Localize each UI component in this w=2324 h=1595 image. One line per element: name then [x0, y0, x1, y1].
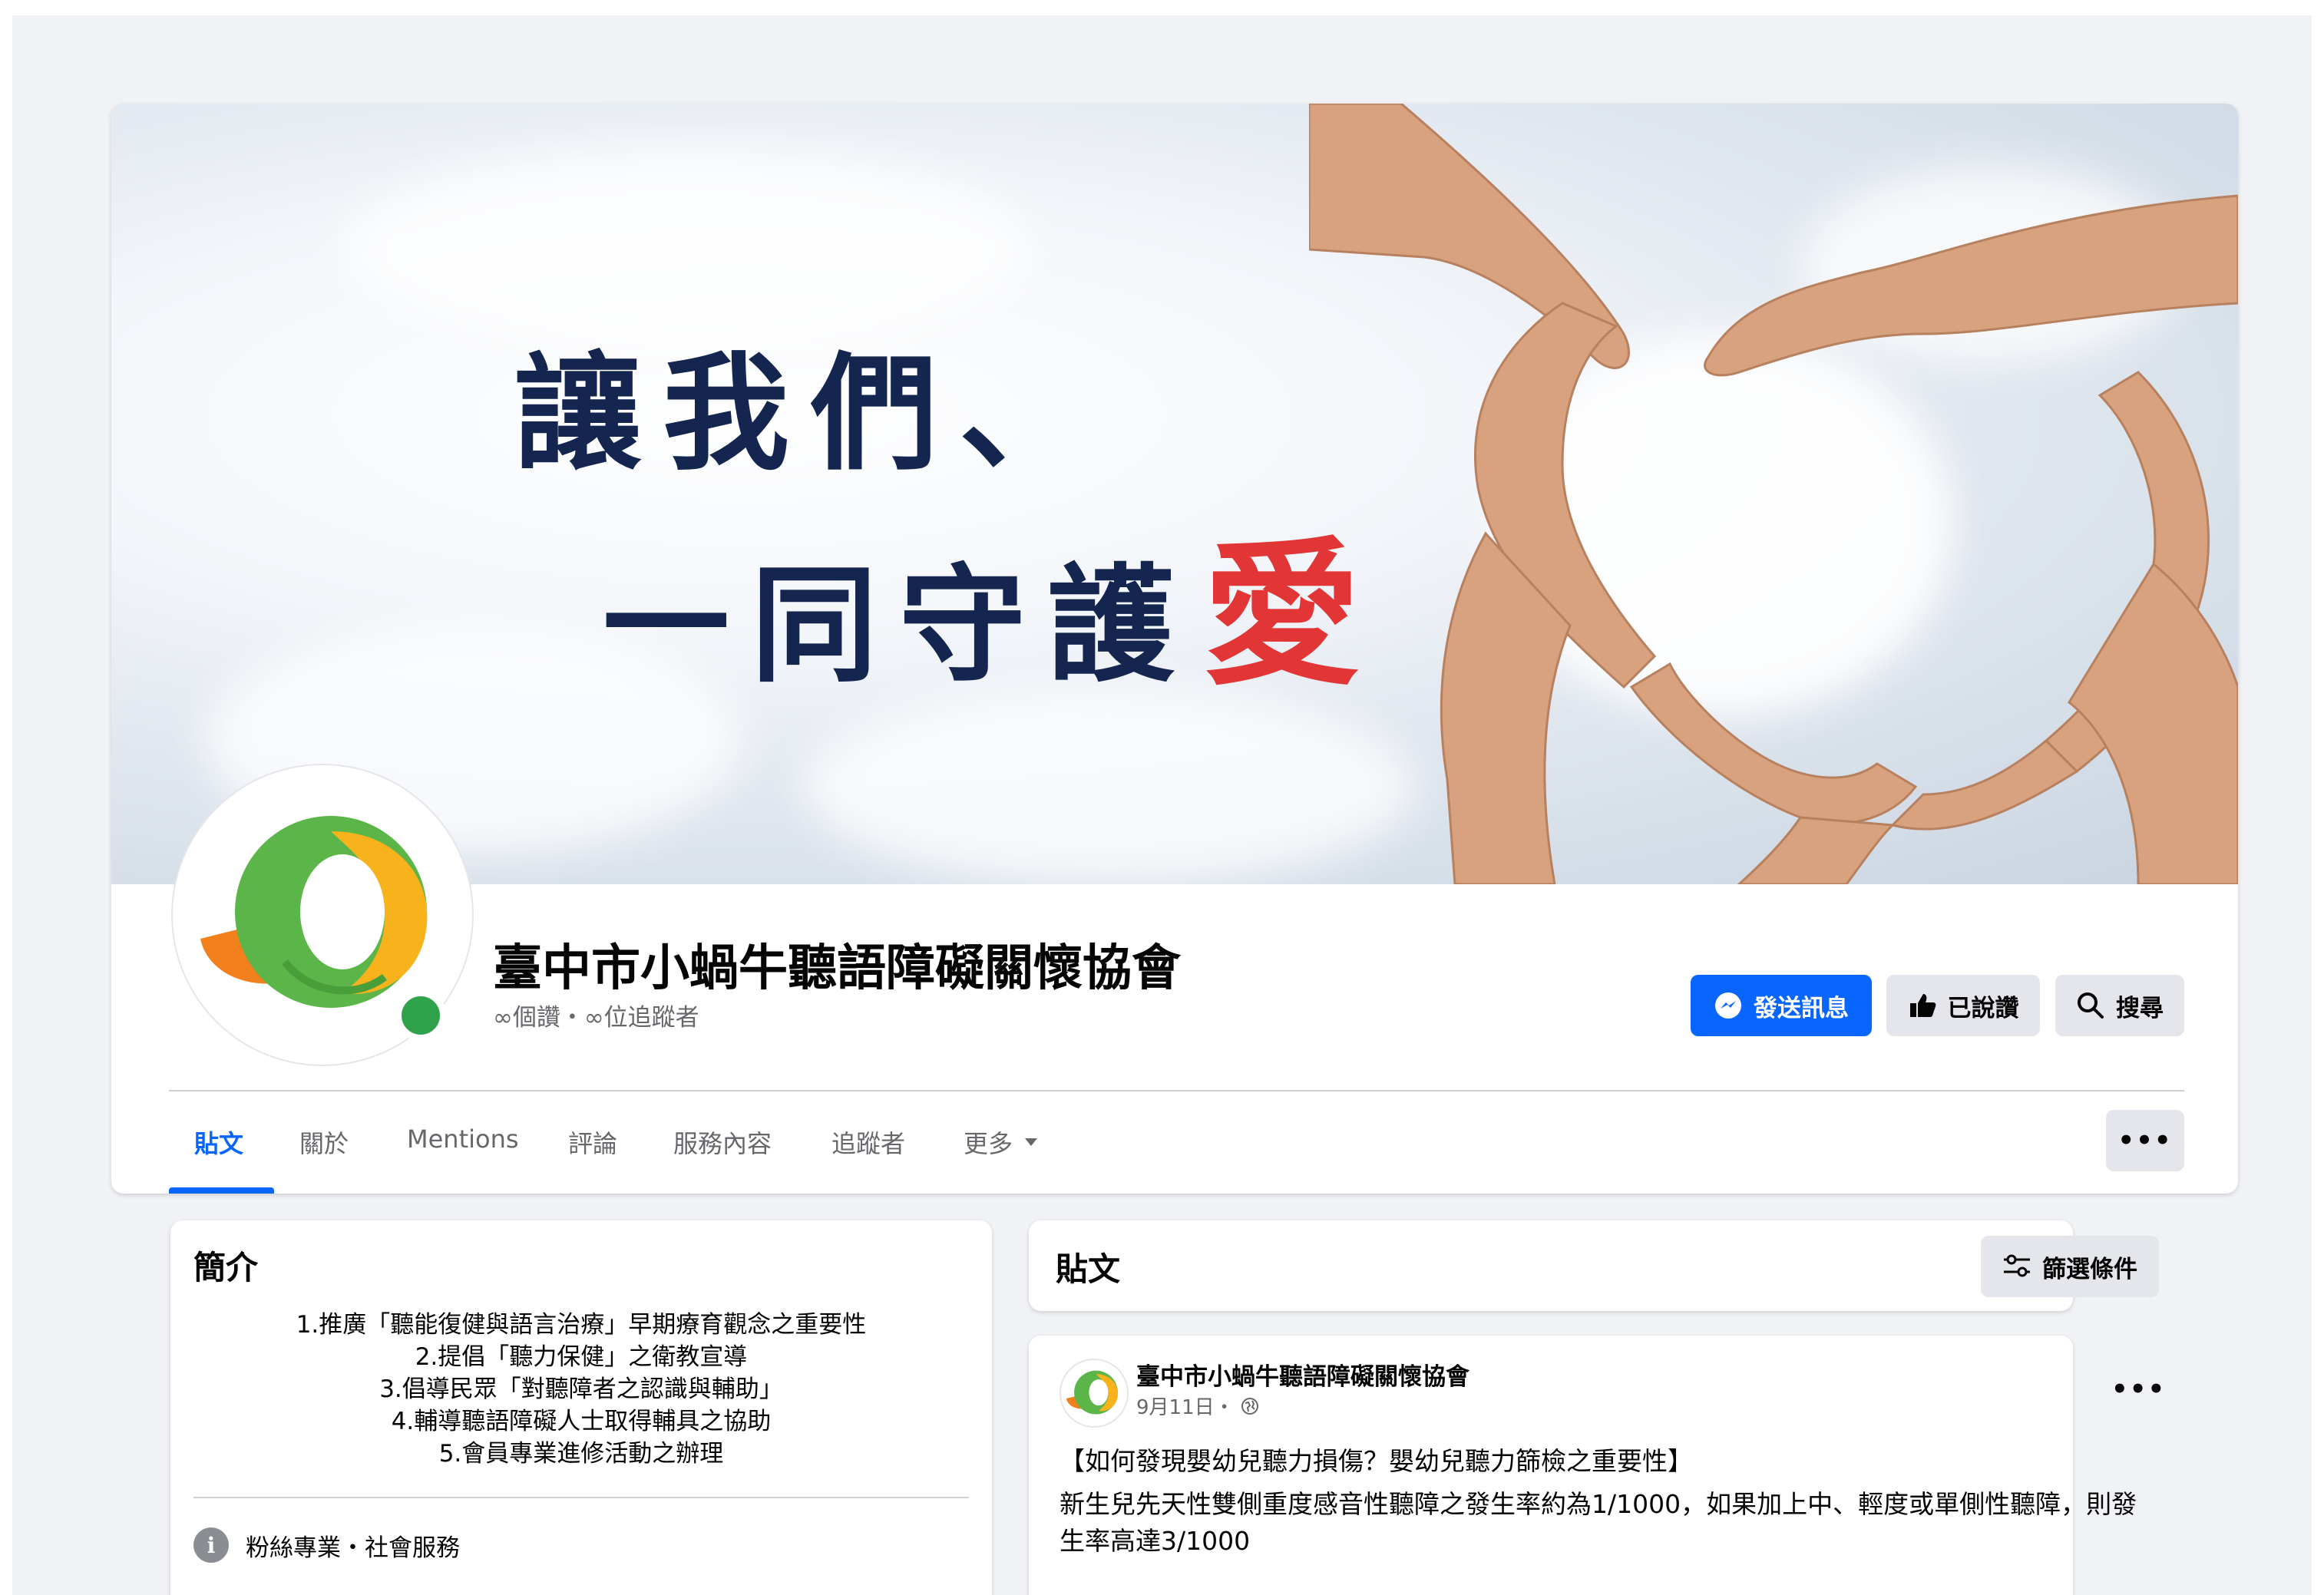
tab-more[interactable]: 更多 [964, 1124, 1039, 1160]
post-author-avatar[interactable] [1060, 1359, 1129, 1428]
tab-services[interactable]: 服務內容 [673, 1124, 772, 1160]
cover-slogan-line2: 一同守護愛 [603, 487, 1360, 715]
liked-button[interactable]: 已說讚 [1886, 975, 2040, 1036]
category-text[interactable]: 粉絲專業・社會服務 [246, 1528, 460, 1563]
intro-divider [193, 1497, 969, 1498]
page-title: 臺中市小蝸牛聽語障礙關懷協會 [493, 940, 1181, 997]
filter-label: 篩選條件 [2042, 1255, 2137, 1283]
intro-title: 簡介 [193, 1249, 259, 1286]
header-divider [169, 1090, 2184, 1091]
intro-card: 簡介 1.推廣「聽能復健與語言治療」早期療育觀念之重要性 2.提倡「聽力保健」之… [170, 1220, 992, 1595]
messenger-icon [1715, 992, 1741, 1019]
post-card: 臺中市小蝸牛聽語障礙關懷協會 9月11日・ ••• 【如何發現嬰幼兒聽力損傷？嬰… [1029, 1336, 2164, 1595]
cover-slogan-text: 一同守護 [603, 552, 1195, 699]
intro-line: 2.提倡「聽力保健」之衛教宣導 [415, 1343, 748, 1371]
intro-line: 5.會員專業進修活動之辦理 [438, 1440, 724, 1468]
post-author-name[interactable]: 臺中市小蝸牛聽語障礙關懷協會 [1136, 1357, 1469, 1392]
filter-button[interactable]: 篩選條件 [1981, 1236, 2159, 1297]
active-tab-indicator [169, 1187, 274, 1194]
posts-title: 貼文 [1056, 1250, 1121, 1288]
post-headline: 【如何發現嬰幼兒聽力損傷？嬰幼兒聽力篩檢之重要性】 [1060, 1446, 1693, 1476]
filter-sliders-icon [2004, 1254, 2030, 1277]
tab-more-label: 更多 [964, 1129, 1013, 1158]
profile-header-card: 讓我們、 一同守護愛 臺中市小蝸牛聽語障礙關懷協會 ∞個讚・∞位追蹤者 發送訊息… [111, 104, 2238, 1194]
snail-logo-icon [1066, 1370, 1119, 1415]
tab-reviews[interactable]: 評論 [568, 1124, 617, 1160]
intro-line: 3.倡導民眾「對聽障者之認識與輔助」 [379, 1375, 783, 1403]
search-icon [2078, 992, 2104, 1019]
heart-hands-graphic [1309, 104, 2238, 884]
search-button[interactable]: 搜尋 [2055, 975, 2184, 1036]
post-date[interactable]: 9月11日・ [1136, 1392, 1235, 1420]
tab-mentions[interactable]: Mentions [407, 1124, 519, 1154]
globe-icon [1241, 1397, 1258, 1415]
search-label: 搜尋 [2116, 994, 2164, 1022]
caret-down-icon [1025, 1138, 1038, 1146]
post-meta: 9月11日・ [1136, 1392, 1259, 1420]
post-body: 新生兒先天性雙側重度感音性聽障之發生率約為1/1000，如果加上中、輕度或單側性… [1060, 1489, 2137, 1556]
send-message-button[interactable]: 發送訊息 [1691, 975, 1872, 1036]
cover-photo[interactable]: 讓我們、 一同守護愛 [111, 104, 2238, 884]
posts-header-card: 貼文 篩選條件 [1029, 1220, 2159, 1311]
intro-line: 1.推廣「聽能復健與語言治療」早期療育觀念之重要性 [296, 1311, 867, 1339]
category-row: i 粉絲專業・社會服務 [193, 1527, 460, 1563]
tab-followers[interactable]: 追蹤者 [831, 1124, 905, 1160]
thumbs-up-icon [1909, 994, 1936, 1017]
cover-slogan-highlight: 愛 [1203, 524, 1360, 707]
more-options-button[interactable]: ••• [2106, 1110, 2184, 1171]
page-stats[interactable]: ∞個讚・∞位追蹤者 [493, 998, 699, 1032]
online-status-indicator [395, 990, 446, 1041]
more-options-icon: ••• [2117, 1125, 2173, 1156]
liked-label: 已說讚 [1947, 994, 2019, 1022]
info-icon: i [193, 1527, 229, 1563]
post-more-button[interactable]: ••• [2111, 1374, 2166, 1405]
cover-slogan-line1: 讓我們、 [514, 340, 1107, 487]
tab-posts[interactable]: 貼文 [194, 1124, 243, 1160]
intro-line: 4.輔導聽語障礙人士取得輔具之協助 [391, 1408, 772, 1435]
send-message-label: 發送訊息 [1754, 994, 1849, 1022]
tab-about[interactable]: 關於 [299, 1124, 349, 1160]
